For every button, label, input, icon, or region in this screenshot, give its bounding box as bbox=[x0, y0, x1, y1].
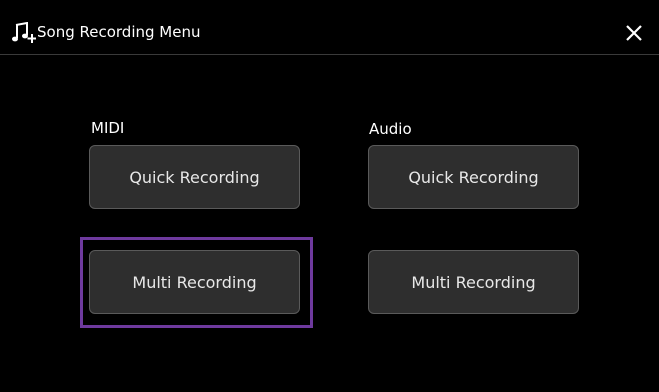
close-button[interactable] bbox=[622, 21, 646, 45]
midi-multi-recording-button[interactable]: Multi Recording bbox=[89, 250, 300, 314]
audio-multi-recording-button[interactable]: Multi Recording bbox=[368, 250, 579, 314]
midi-section-label: MIDI bbox=[91, 119, 125, 137]
page-title: Song Recording Menu bbox=[37, 23, 201, 41]
song-recording-icon bbox=[12, 21, 36, 44]
midi-quick-recording-button[interactable]: Quick Recording bbox=[89, 145, 300, 209]
title-bar: Song Recording Menu bbox=[0, 10, 659, 55]
audio-quick-recording-button[interactable]: Quick Recording bbox=[368, 145, 579, 209]
audio-section-label: Audio bbox=[369, 120, 412, 138]
song-recording-menu-screen: Song Recording Menu MIDI Audio Quick Rec… bbox=[0, 0, 659, 392]
close-icon bbox=[626, 25, 642, 41]
